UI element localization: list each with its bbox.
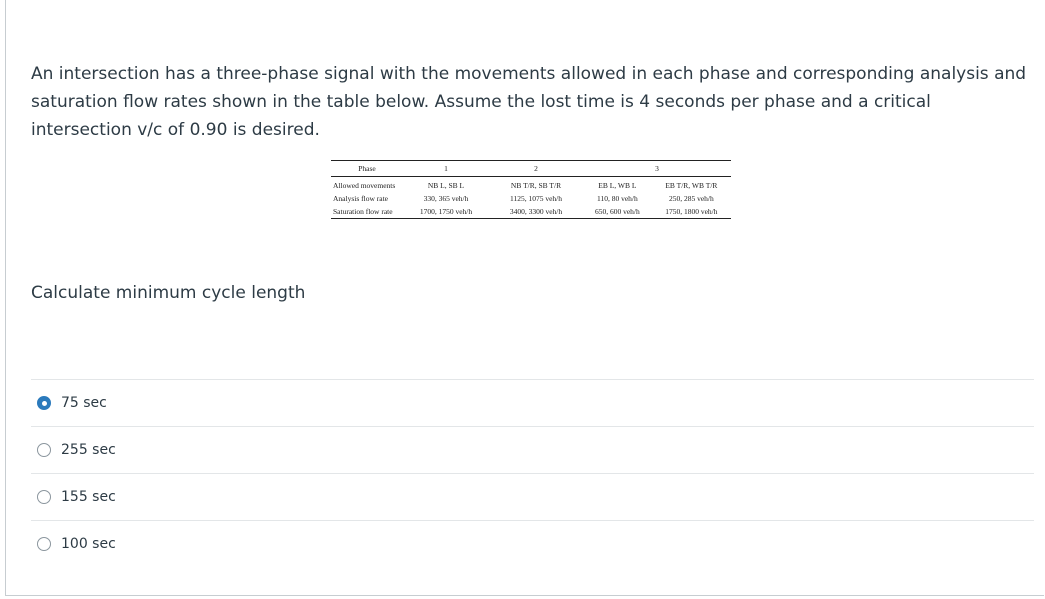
table-cell: 650, 600 veh/h: [594, 207, 640, 216]
radio-button-icon[interactable]: [37, 537, 51, 551]
answer-option-75-sec[interactable]: 75 sec: [31, 379, 1034, 426]
table-cell: NB T/R, SB T/R: [510, 181, 562, 190]
table-cell: 1750, 1800 veh/h: [665, 207, 718, 216]
table-header-phase-1: 1: [444, 164, 448, 173]
table-cell: 250, 285 veh/h: [668, 194, 714, 203]
table-row: Analysis flow rate 330, 365 veh/h 1125, …: [331, 192, 731, 205]
radio-button-icon[interactable]: [37, 490, 51, 504]
answer-label[interactable]: 155 sec: [61, 487, 116, 507]
question-prompt: Calculate minimum cycle length: [31, 283, 306, 303]
table-cell: 3400, 3300 veh/h: [509, 207, 563, 216]
answer-list: 75 sec 255 sec 155 sec 100 sec: [31, 379, 1034, 567]
radio-button-icon[interactable]: [37, 443, 51, 457]
answer-label[interactable]: 100 sec: [61, 534, 116, 554]
answer-label[interactable]: 255 sec: [61, 440, 116, 460]
table-header-phase-3: 3: [655, 164, 659, 173]
table-row: Saturation flow rate 1700, 1750 veh/h 34…: [331, 205, 731, 219]
answer-option-100-sec[interactable]: 100 sec: [31, 520, 1034, 567]
row-label: Analysis flow rate: [333, 194, 388, 203]
answer-label[interactable]: 75 sec: [61, 393, 107, 413]
table-cell: 110, 80 veh/h: [596, 194, 638, 203]
table-header-phase-2: 2: [534, 164, 538, 173]
table-header-row: Phase 1 2 3: [331, 160, 731, 177]
question-text: An intersection has a three-phase signal…: [31, 64, 1027, 140]
table-cell: NB L, SB L: [427, 181, 465, 190]
row-label: Allowed movements: [333, 181, 396, 190]
table-cell: 1700, 1750 veh/h: [419, 207, 473, 216]
answer-option-155-sec[interactable]: 155 sec: [31, 473, 1034, 520]
signal-phase-table: Phase 1 2 3 Allowed movements NB L, SB L…: [331, 160, 731, 219]
row-label: Saturation flow rate: [333, 207, 393, 216]
answer-option-255-sec[interactable]: 255 sec: [31, 426, 1034, 473]
table-header-phase: Phase: [358, 164, 376, 173]
radio-button-selected-icon[interactable]: [37, 396, 51, 410]
table-cell: 1125, 1075 veh/h: [509, 194, 562, 203]
table-row: Allowed movements NB L, SB L NB T/R, SB …: [331, 177, 731, 193]
table-cell: EB T/R, WB T/R: [665, 181, 718, 190]
table-cell: 330, 365 veh/h: [423, 194, 469, 203]
table-cell: EB L, WB L: [598, 181, 637, 190]
